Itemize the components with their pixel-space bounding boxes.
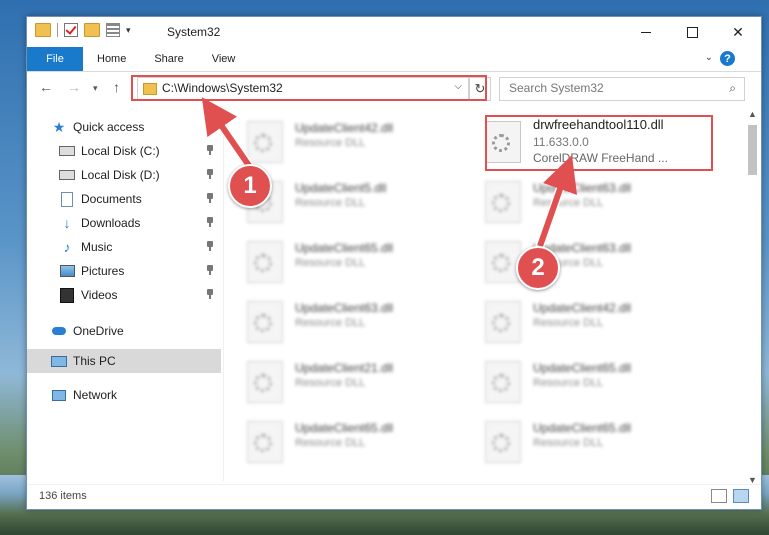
callout-badge-1: 1	[228, 164, 272, 208]
arrow-1-fill	[201, 97, 255, 172]
annotation-arrows	[201, 97, 578, 251]
arrow-2-fill	[537, 155, 578, 247]
callout-badge-2: 2	[516, 246, 560, 290]
